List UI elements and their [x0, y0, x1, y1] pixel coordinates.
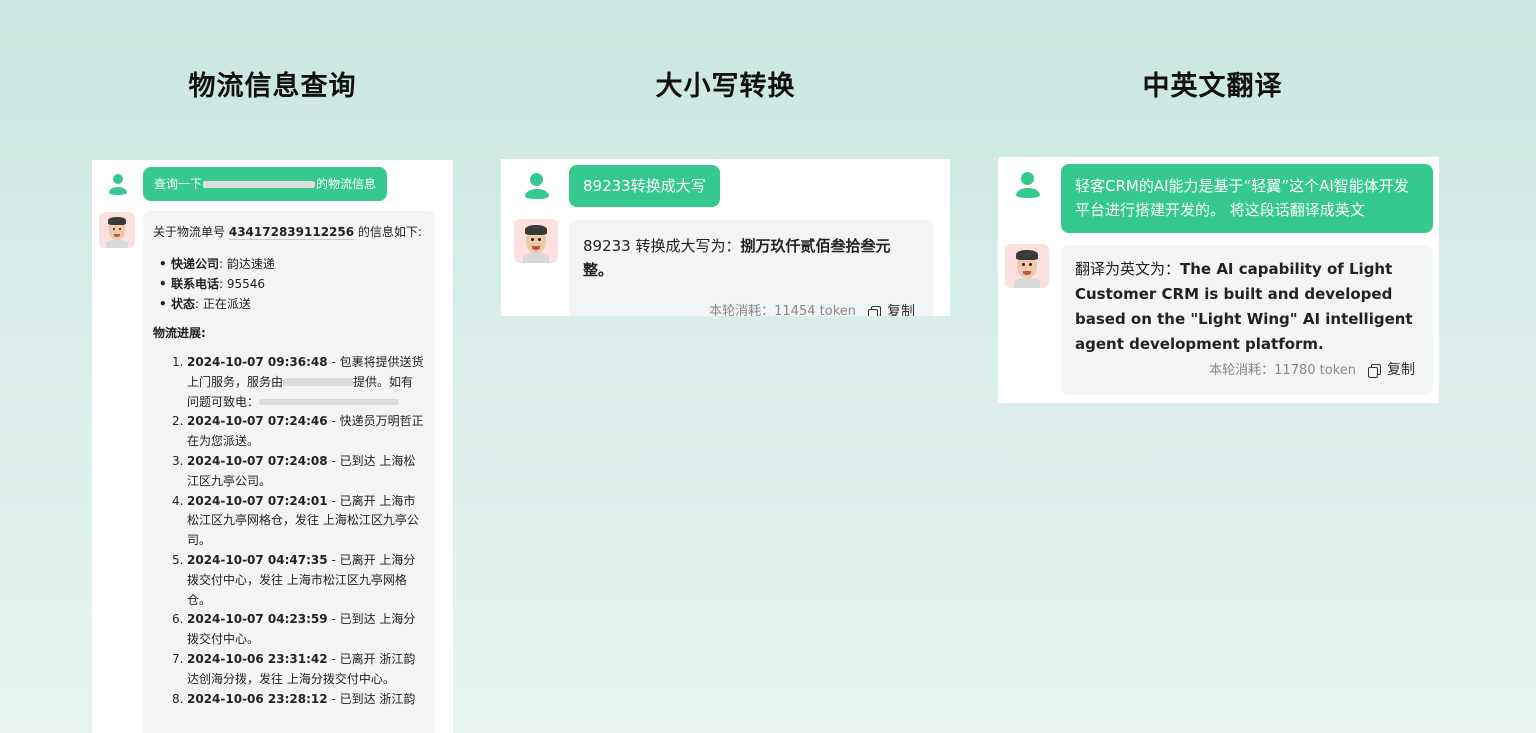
reply-text: 翻译为英文为：The AI capability of Light Custom…: [1075, 260, 1413, 353]
heading-translate: 中英文翻译: [1142, 71, 1283, 102]
bot-avatar-icon: [514, 219, 558, 263]
progress-title: 物流进展:: [153, 326, 206, 340]
bot-avatar-icon: [99, 212, 135, 248]
list-item: 7. 2024-10-06 23:31:42 - 已离开 浙江韵达创海分拨，发往 …: [172, 651, 416, 686]
chat-panel-translate: 轻客CRM的AI能力是基于“轻翼”这个AI智能体开发平台进行搭建开发的。 将这段…: [998, 157, 1439, 403]
progress-list: 1. 2024-10-07 09:36:48 - 包裹将提供送货上门服务，服务由提…: [172, 353, 425, 709]
list-item: 快递公司: 韵达速递: [159, 254, 425, 274]
user-message: 89233转换成大写: [569, 165, 720, 207]
list-item: 6. 2024-10-07 04:23:59 - 已到达 上海分拨交付中心。: [172, 612, 416, 647]
user-icon: [108, 174, 128, 196]
bot-reply: 翻译为英文为：The AI capability of Light Custom…: [1061, 245, 1433, 395]
copy-icon: [868, 305, 881, 316]
list-item: 8. 2024-10-06 23:28:12 - 已到达 浙江韵: [172, 691, 416, 706]
list-item: 状态: 正在派送: [159, 294, 425, 314]
bot-reply: 89233 转换成大写为：捌万玖仟贰佰叁拾叁元整。 本轮消耗：11454 tok…: [569, 220, 933, 316]
chat-panel-case-convert: 89233转换成大写 89233 转换成大写为：捌万玖仟贰佰叁拾叁元整。 本轮消…: [501, 159, 950, 316]
heading-case-convert: 大小写转换: [655, 71, 796, 102]
redacted-tracking-number: [203, 181, 316, 188]
copy-button[interactable]: 复制: [868, 300, 915, 316]
redacted-phone: [259, 399, 400, 406]
token-usage: 本轮消耗：11780 token: [1209, 363, 1356, 378]
redacted-provider: [283, 378, 354, 387]
chat-panel-logistics: 查询一下 的物流信息 关于物流单号 434172839112256 的信息如下: …: [92, 160, 453, 733]
user-icon: [524, 173, 550, 201]
token-usage: 本轮消耗：11454 token: [709, 304, 856, 316]
bot-avatar-icon: [1005, 244, 1049, 288]
info-list: 快递公司: 韵达速递 联系电话: 95546 状态: 正在派送: [159, 254, 425, 314]
copy-icon: [1368, 364, 1381, 378]
list-item: 2. 2024-10-07 07:24:46 - 快递员万明哲正在为您派送。: [172, 414, 424, 449]
list-item: 4. 2024-10-07 07:24:01 - 已离开 上海市松江区九亭网格仓，…: [172, 493, 419, 548]
reply-footer: 本轮消耗：11780 token 复制: [1209, 358, 1415, 383]
tracking-number: 434172839112256: [228, 225, 355, 239]
user-message: 轻客CRM的AI能力是基于“轻翼”这个AI智能体开发平台进行搭建开发的。 将这段…: [1061, 164, 1433, 233]
list-item: 联系电话: 95546: [159, 274, 425, 294]
list-item: 5. 2024-10-07 04:47:35 - 已离开 上海分拨交付中心，发往 …: [172, 552, 416, 607]
list-item: 3. 2024-10-07 07:24:08 - 已到达 上海松江区九亭公司。: [172, 453, 416, 488]
list-item: 1. 2024-10-07 09:36:48 - 包裹将提供送货上门服务，服务由提…: [172, 355, 424, 409]
reply-footer: 本轮消耗：11454 token 复制: [709, 300, 915, 316]
reply-intro: 关于物流单号 434172839112256 的信息如下:: [153, 225, 422, 240]
bot-reply: 关于物流单号 434172839112256 的信息如下: 快递公司: 韵达速递…: [143, 211, 435, 733]
user-message: 查询一下 的物流信息: [143, 167, 388, 201]
user-icon: [1015, 172, 1041, 200]
copy-button[interactable]: 复制: [1368, 358, 1415, 383]
reply-text: 89233 转换成大写为：捌万玖仟贰佰叁拾叁元整。: [583, 237, 891, 279]
heading-logistics: 物流信息查询: [188, 71, 357, 102]
